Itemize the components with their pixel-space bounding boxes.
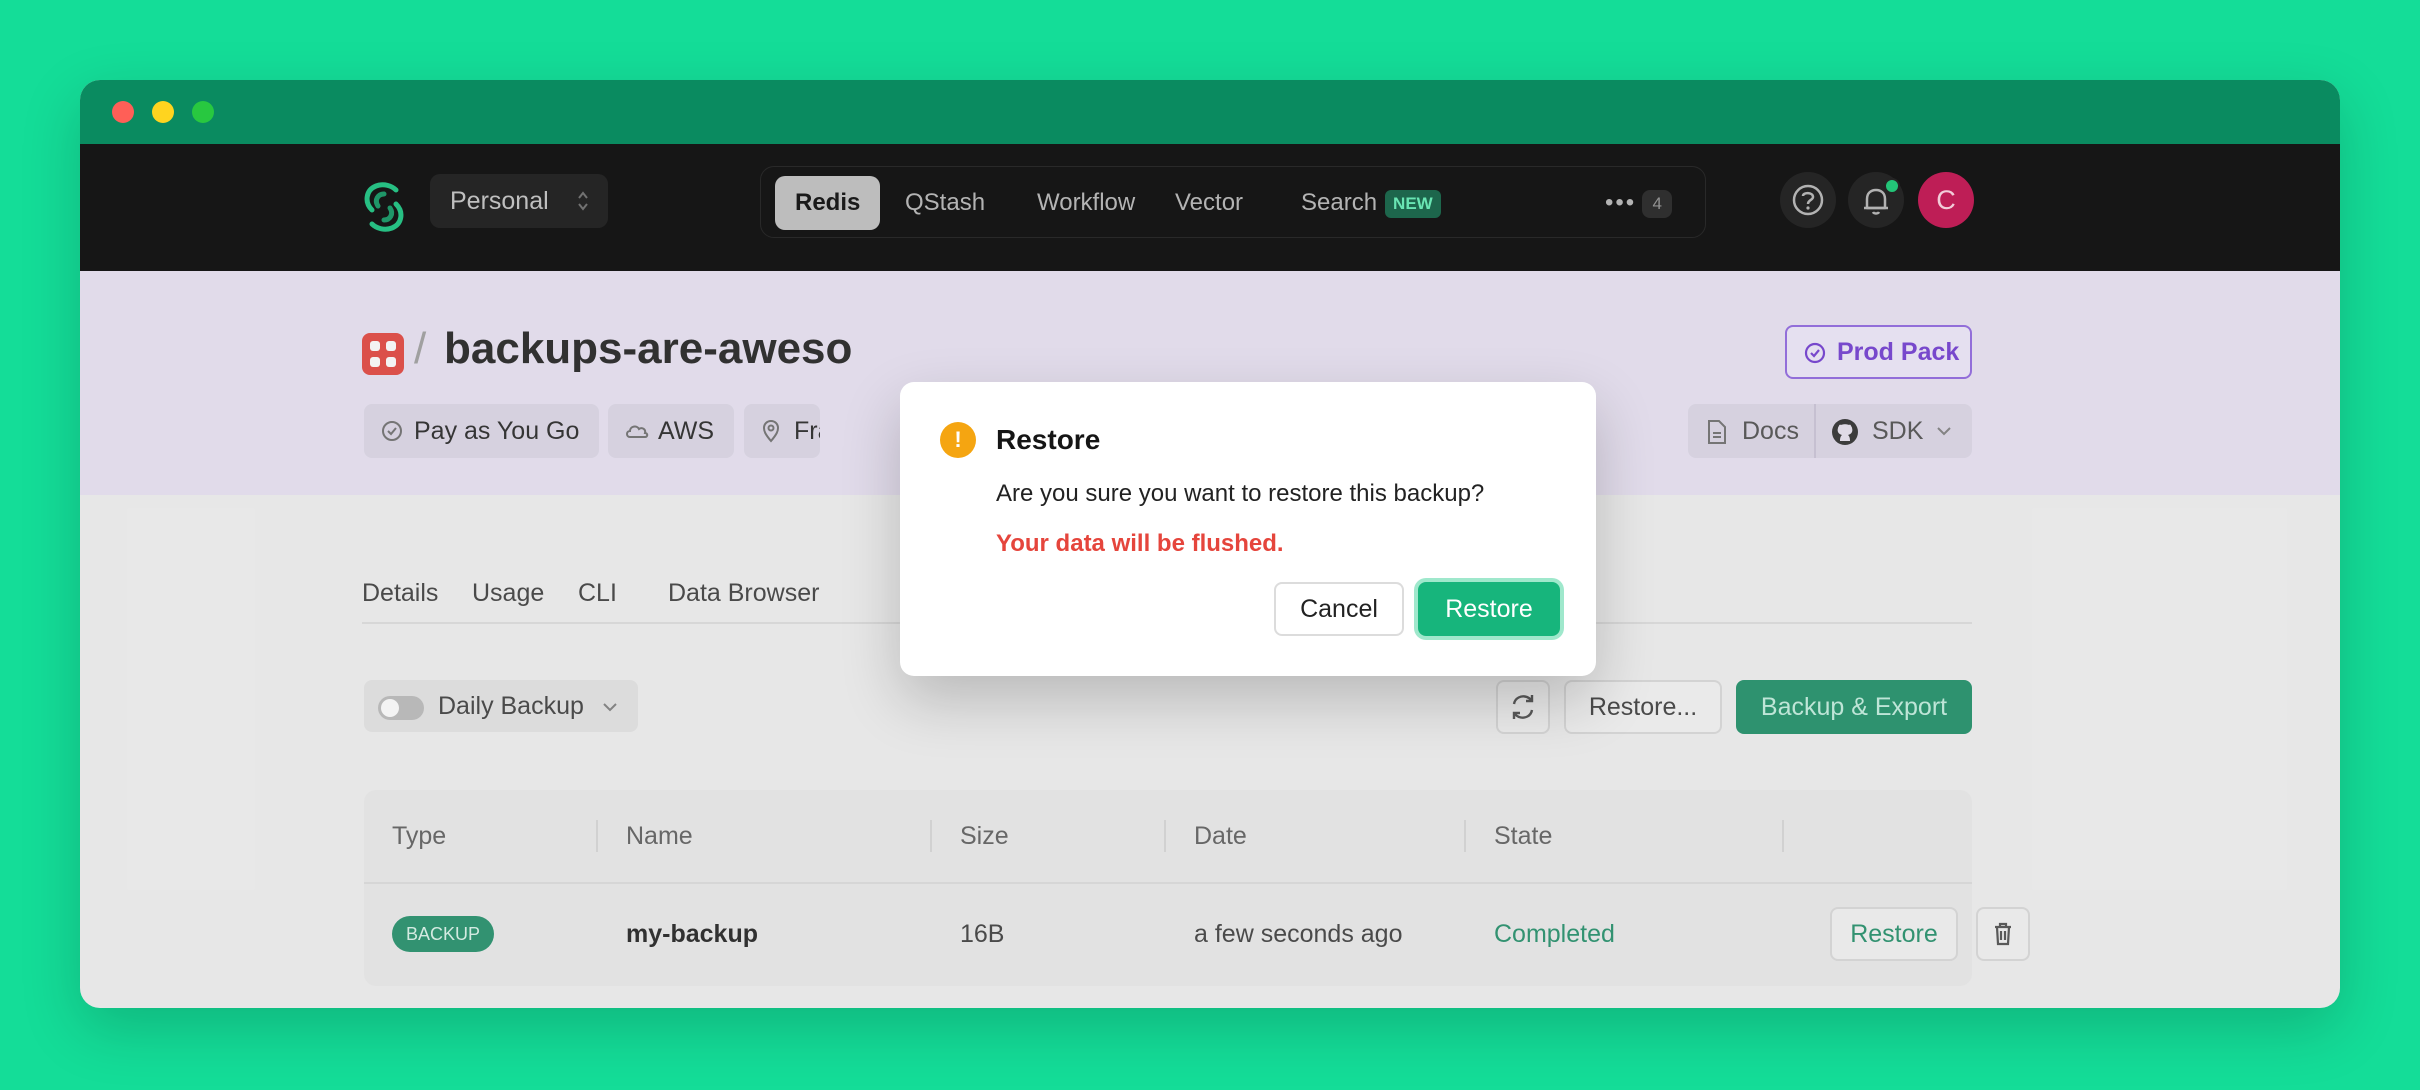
dialog-warning: Your data will be flushed.: [996, 530, 1284, 557]
restore-confirm-dialog: ! Restore Are you sure you want to resto…: [900, 382, 1596, 676]
window-titlebar: [80, 80, 2340, 144]
app-window: Personal Redis QStash Workflow Vector Se…: [80, 80, 2340, 1008]
maximize-window-button[interactable]: [192, 101, 214, 123]
cancel-button[interactable]: Cancel: [1274, 582, 1404, 636]
dialog-title: Restore: [996, 424, 1101, 455]
dialog-message: Are you sure you want to restore this ba…: [996, 480, 1485, 507]
confirm-restore-button[interactable]: Restore: [1418, 582, 1560, 636]
minimize-window-button[interactable]: [152, 101, 174, 123]
close-window-button[interactable]: [112, 101, 134, 123]
warning-icon: !: [940, 422, 976, 458]
